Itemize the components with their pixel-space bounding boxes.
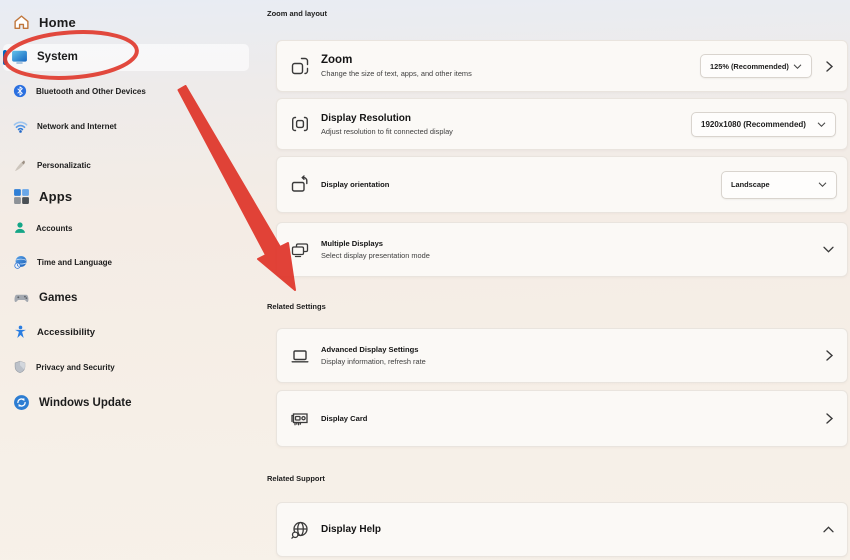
chevron-right-icon <box>826 413 834 424</box>
settings-window: Home System Bluetooth and Other Devices <box>0 0 850 560</box>
orientation-icon <box>291 174 308 192</box>
card-subtitle: Adjust resolution to fit connected displ… <box>321 126 453 136</box>
display-help-card[interactable]: Display Help <box>276 502 848 557</box>
sidebar-item-personalization[interactable]: Personalizatic <box>13 158 91 173</box>
multiple-displays-icon <box>291 242 309 257</box>
sidebar-item-windows-update[interactable]: Windows Update <box>13 394 132 411</box>
network-icon <box>13 121 28 133</box>
sidebar-item-games[interactable]: Games <box>13 289 77 306</box>
chevron-down-icon <box>817 121 826 127</box>
card-title: Display Resolution <box>321 112 412 124</box>
zoom-card[interactable]: Zoom Change the size of text, apps, and … <box>276 40 848 92</box>
card-title: Display orientation <box>321 180 390 189</box>
system-icon <box>12 50 27 64</box>
display-orientation-card[interactable]: Display orientation Landscape <box>276 156 848 213</box>
resolution-icon <box>292 116 308 132</box>
sidebar-item-bluetooth[interactable]: Bluetooth and Other Devices <box>13 84 146 98</box>
sidebar-item-label: Network and Internet <box>37 122 117 131</box>
sidebar-item-label: Windows Update <box>39 396 132 409</box>
sidebar-item-accounts[interactable]: Accounts <box>13 221 72 235</box>
display-card-card[interactable]: Display Card <box>276 390 848 447</box>
sidebar-item-label: Apps <box>39 189 73 204</box>
chevron-down-icon <box>818 182 827 187</box>
sidebar-item-label: Bluetooth and Other Devices <box>36 86 146 96</box>
sidebar-item-system[interactable]: System <box>11 48 78 65</box>
card-title: Multiple Displays <box>321 239 384 248</box>
sidebar-item-label: Games <box>39 291 78 304</box>
games-gamepad-icon <box>14 294 29 303</box>
sidebar-item-accessibility[interactable]: Accessibility <box>13 325 95 340</box>
card-title: Display Card <box>321 414 368 423</box>
sidebar-item-label: Home <box>39 15 76 30</box>
gpu-card-icon <box>291 412 308 425</box>
card-subtitle: Select display presentation mode <box>321 251 430 260</box>
orientation-dropdown-value: Landscape <box>731 180 770 189</box>
accessibility-icon <box>15 325 26 338</box>
chevron-right-icon <box>826 60 834 72</box>
card-subtitle: Change the size of text, apps, and other… <box>321 69 472 78</box>
time-language-icon <box>14 255 27 269</box>
sidebar-item-label: Personalizatic <box>37 161 91 170</box>
apps-icon <box>14 189 29 204</box>
display-help-globe-icon <box>291 521 308 539</box>
sidebar-item-label: System <box>37 50 78 63</box>
card-title: Zoom <box>321 54 353 66</box>
sidebar-item-label: Accessibility <box>37 327 96 338</box>
resolution-dropdown-value: 1920x1080 (Recommended) <box>701 119 806 129</box>
orientation-dropdown[interactable]: Landscape <box>721 170 837 199</box>
zoom-scale-icon <box>291 57 309 75</box>
advanced-display-settings-card[interactable]: Advanced Display Settings Display inform… <box>276 328 848 383</box>
card-subtitle: Display information, refresh rate <box>321 357 426 366</box>
chevron-down-icon <box>823 246 834 253</box>
card-title: Advanced Display Settings <box>321 345 419 354</box>
bluetooth-icon <box>13 84 27 98</box>
chevron-right-icon <box>826 350 834 361</box>
chevron-down-icon <box>793 63 802 69</box>
sidebar-item-time-language[interactable]: Time and Language <box>13 255 112 270</box>
windows-update-icon <box>14 395 29 410</box>
privacy-shield-icon <box>14 360 26 374</box>
sidebar-item-apps[interactable]: Apps <box>13 188 72 205</box>
sidebar-item-label: Privacy and Security <box>36 362 115 372</box>
accounts-icon <box>15 222 25 233</box>
chevron-up-icon <box>823 526 834 533</box>
resolution-dropdown[interactable]: 1920x1080 (Recommended) <box>691 111 836 137</box>
section-header-related-settings: Related Settings <box>267 302 326 311</box>
home-icon <box>14 15 29 30</box>
display-resolution-card[interactable]: Display Resolution Adjust resolution to … <box>276 98 848 150</box>
sidebar-item-label: Accounts <box>36 223 73 233</box>
advanced-display-icon <box>291 349 309 362</box>
personalization-brush-icon <box>15 160 25 171</box>
sidebar-item-privacy-security[interactable]: Privacy and Security <box>13 360 115 374</box>
multiple-displays-card[interactable]: Multiple Displays Select display present… <box>276 222 848 277</box>
card-title: Display Help <box>321 524 382 535</box>
section-header-related-support: Related Support <box>267 474 325 483</box>
selected-accent-pill <box>3 50 7 65</box>
sidebar-item-network[interactable]: Network and Internet <box>13 119 117 134</box>
zoom-dropdown-value: 125% (Recommended) <box>710 61 789 71</box>
section-header-zoom-and-layout: Zoom and layout <box>267 9 327 18</box>
zoom-dropdown[interactable]: 125% (Recommended) <box>700 54 812 78</box>
sidebar-item-label: Time and Language <box>37 258 112 267</box>
sidebar-item-home[interactable]: Home <box>13 14 76 31</box>
